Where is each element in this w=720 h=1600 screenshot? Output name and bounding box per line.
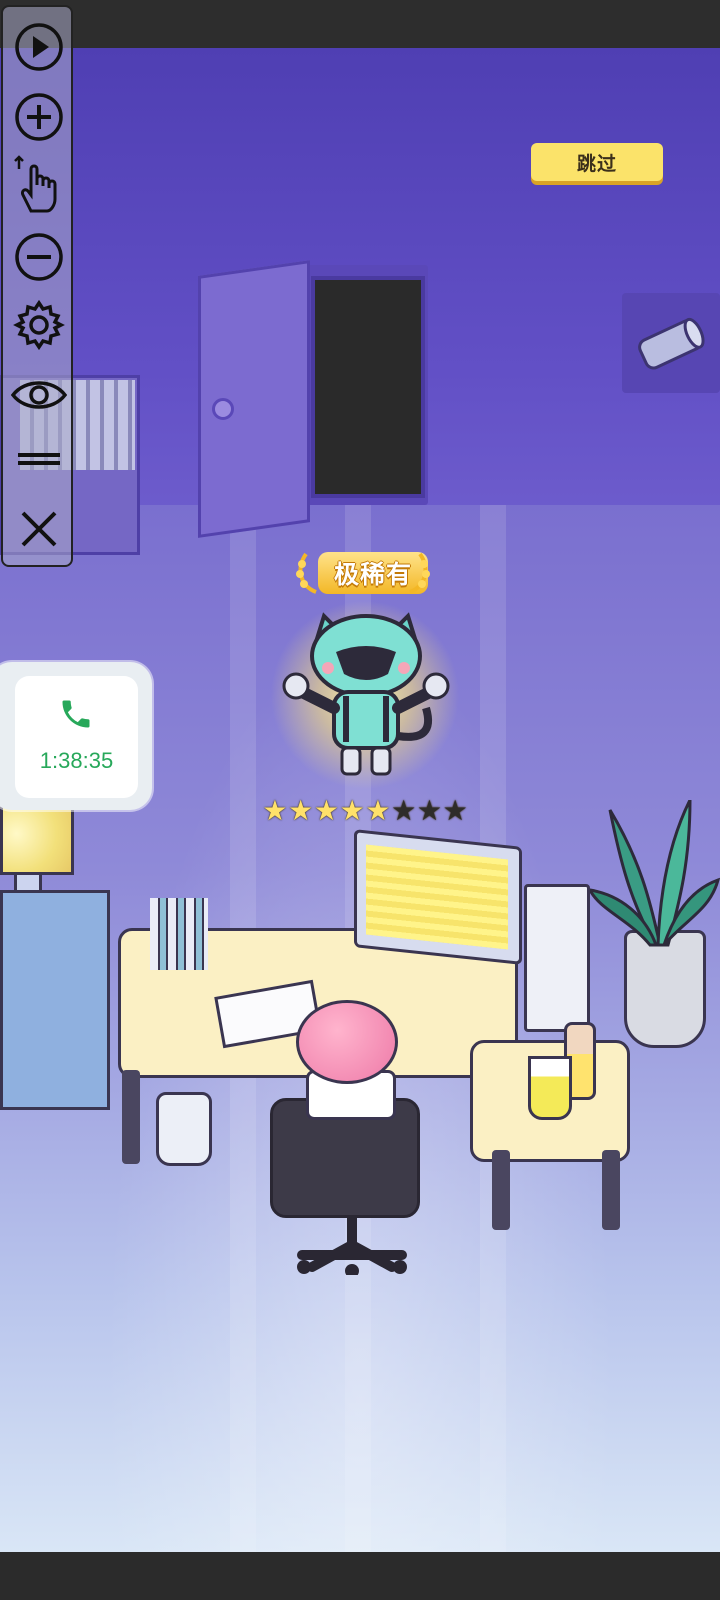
desk-leg — [602, 1150, 620, 1230]
wall-poster — [622, 293, 720, 393]
star-empty-icon: ★ — [416, 795, 442, 826]
drink-cup — [528, 1056, 572, 1120]
player-head — [296, 1000, 398, 1084]
star-empty-icon: ★ — [391, 795, 417, 826]
gear-icon — [13, 299, 65, 351]
zoom-out-button[interactable] — [11, 229, 67, 285]
skip-button[interactable]: 跳过 — [531, 143, 663, 181]
settings-button[interactable] — [11, 297, 67, 353]
laurel-right-icon — [409, 552, 430, 594]
game-scene: 跳过 极稀有 ★ ★ ★ ★ ★ ★ ★ ★ 1:38:35 — [0, 0, 720, 1600]
star-filled-icon: ★ — [288, 795, 314, 826]
desk-leg — [122, 1070, 140, 1164]
phone-icon[interactable] — [58, 696, 94, 732]
tap-gesture-icon — [14, 155, 57, 213]
side-cabinet — [0, 890, 110, 1110]
open-door — [198, 260, 310, 538]
play-button[interactable] — [11, 19, 67, 75]
desk-leg — [492, 1150, 510, 1230]
drag-handle[interactable] — [11, 431, 67, 487]
floating-toolbar[interactable] — [1, 5, 73, 567]
close-button[interactable] — [11, 501, 67, 557]
tap-button[interactable] — [11, 155, 67, 213]
doorway — [311, 276, 425, 498]
star-empty-icon: ★ — [442, 795, 468, 826]
file-holder — [150, 898, 208, 970]
eye-icon — [11, 381, 67, 409]
star-filled-icon: ★ — [313, 795, 339, 826]
monitor-screen — [366, 844, 508, 950]
door-knob — [212, 398, 234, 420]
lamp-shade — [0, 805, 74, 875]
robot-cat-character — [282, 612, 450, 776]
zoom-in-button[interactable] — [11, 89, 67, 145]
chair-base — [297, 1215, 407, 1275]
star-filled-icon: ★ — [262, 795, 288, 826]
navigation-bar — [0, 1552, 720, 1600]
drag-handle-icon — [18, 453, 60, 465]
trash-can — [156, 1092, 212, 1166]
star-filled-icon: ★ — [365, 795, 391, 826]
zoom-out-icon — [15, 233, 63, 281]
visibility-button[interactable] — [11, 367, 67, 423]
plant-leaves — [590, 800, 720, 947]
status-bar — [0, 0, 720, 48]
star-filled-icon: ★ — [339, 795, 365, 826]
call-duration: 1:38:35 — [39, 748, 114, 773]
call-card[interactable] — [15, 676, 138, 798]
star-rating: ★ ★ ★ ★ ★ ★ ★ ★ — [262, 796, 468, 832]
pc-tower — [524, 884, 590, 1032]
zoom-in-icon — [15, 93, 63, 141]
play-icon — [15, 23, 63, 71]
close-icon — [21, 511, 57, 547]
